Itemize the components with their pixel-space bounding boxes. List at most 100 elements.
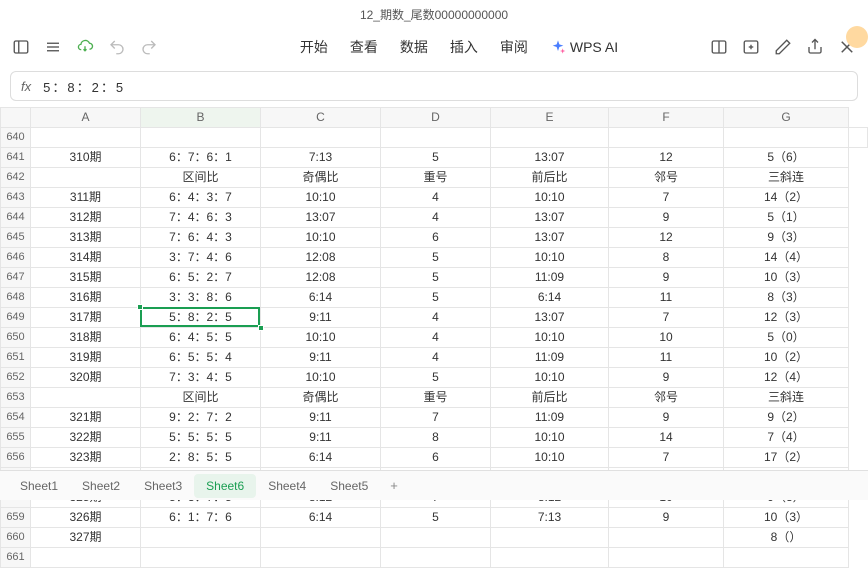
cell[interactable]: 7:13 xyxy=(491,508,609,528)
cell[interactable]: 6:14 xyxy=(491,288,609,308)
cell[interactable] xyxy=(849,128,868,148)
cell[interactable]: 6：5：5：4 xyxy=(141,348,261,368)
formula-value[interactable]: 5：8：2：5 xyxy=(43,77,125,96)
cell[interactable]: 311期 xyxy=(31,188,141,208)
cell[interactable] xyxy=(609,548,724,568)
cell[interactable]: 8 xyxy=(381,428,491,448)
column-header-A[interactable]: A xyxy=(31,108,141,128)
row-header[interactable]: 649 xyxy=(1,308,31,328)
cell[interactable]: 8（） xyxy=(724,528,849,548)
cell[interactable]: 12（4） xyxy=(724,368,849,388)
cell[interactable] xyxy=(141,128,261,148)
cell[interactable]: 6:14 xyxy=(261,288,381,308)
cell[interactable]: 9（3） xyxy=(724,228,849,248)
cell[interactable]: 9 xyxy=(609,268,724,288)
row-header[interactable]: 644 xyxy=(1,208,31,228)
cell[interactable]: 13:07 xyxy=(261,208,381,228)
cell[interactable]: 7：4：6：3 xyxy=(141,208,261,228)
row-header[interactable]: 642 xyxy=(1,168,31,188)
cell[interactable]: 12:08 xyxy=(261,268,381,288)
cell[interactable]: 10（3） xyxy=(724,268,849,288)
row-header[interactable]: 659 xyxy=(1,508,31,528)
menu-start[interactable]: 开始 xyxy=(300,37,328,57)
cell[interactable]: 9 xyxy=(609,408,724,428)
cell[interactable] xyxy=(609,128,724,148)
cell[interactable]: 12 xyxy=(609,228,724,248)
cell[interactable]: 10:10 xyxy=(491,328,609,348)
menu-insert[interactable]: 插入 xyxy=(450,37,478,57)
cell[interactable]: 5（1） xyxy=(724,208,849,228)
row-header[interactable]: 640 xyxy=(1,128,31,148)
cell[interactable] xyxy=(491,128,609,148)
cell[interactable]: 14 xyxy=(609,428,724,448)
cell[interactable]: 7 xyxy=(609,448,724,468)
cell[interactable]: 310期 xyxy=(31,148,141,168)
cell[interactable]: 10:10 xyxy=(261,188,381,208)
column-header-G[interactable]: G xyxy=(724,108,849,128)
cell[interactable]: 316期 xyxy=(31,288,141,308)
cell[interactable] xyxy=(31,168,141,188)
row-header[interactable]: 646 xyxy=(1,248,31,268)
cell[interactable]: 9 xyxy=(609,368,724,388)
cell[interactable]: 5（0） xyxy=(724,328,849,348)
cell[interactable]: 12 xyxy=(609,148,724,168)
cell[interactable]: 8 xyxy=(609,248,724,268)
cell[interactable]: 314期 xyxy=(31,248,141,268)
formula-bar[interactable]: fx 5：8：2：5 xyxy=(10,71,858,101)
cell[interactable] xyxy=(261,528,381,548)
row-header[interactable]: 655 xyxy=(1,428,31,448)
cell[interactable] xyxy=(609,528,724,548)
cell[interactable]: 三斜连 xyxy=(724,388,849,408)
cell[interactable] xyxy=(724,548,849,568)
split-view-icon[interactable] xyxy=(710,38,728,56)
cell[interactable]: 11:09 xyxy=(491,408,609,428)
cell[interactable]: 6:14 xyxy=(261,448,381,468)
cell[interactable]: 邻号 xyxy=(609,168,724,188)
cell[interactable]: 317期 xyxy=(31,308,141,328)
cell[interactable]: 315期 xyxy=(31,268,141,288)
cell[interactable]: 14（2） xyxy=(724,188,849,208)
cell[interactable] xyxy=(381,128,491,148)
row-header[interactable]: 654 xyxy=(1,408,31,428)
redo-icon[interactable] xyxy=(140,38,158,56)
cell[interactable]: 10:10 xyxy=(491,188,609,208)
cell[interactable]: 321期 xyxy=(31,408,141,428)
cell[interactable]: 10:10 xyxy=(261,328,381,348)
cell[interactable]: 9:11 xyxy=(261,428,381,448)
cell[interactable]: 区间比 xyxy=(141,388,261,408)
cell[interactable]: 10:10 xyxy=(491,448,609,468)
row-header[interactable]: 660 xyxy=(1,528,31,548)
row-header[interactable]: 648 xyxy=(1,288,31,308)
cell[interactable]: 7 xyxy=(609,308,724,328)
cell[interactable]: 5（6） xyxy=(724,148,849,168)
cell[interactable]: 9:11 xyxy=(261,348,381,368)
cell[interactable]: 5 xyxy=(381,248,491,268)
cell[interactable]: 8（3） xyxy=(724,288,849,308)
cell[interactable]: 10:10 xyxy=(491,248,609,268)
row-header[interactable]: 653 xyxy=(1,388,31,408)
column-header-E[interactable]: E xyxy=(491,108,609,128)
cell[interactable]: 前后比 xyxy=(491,168,609,188)
cell[interactable]: 邻号 xyxy=(609,388,724,408)
cell[interactable]: 重号 xyxy=(381,168,491,188)
sheet-tab-sheet2[interactable]: Sheet2 xyxy=(70,474,132,498)
cell[interactable]: 前后比 xyxy=(491,388,609,408)
cell[interactable]: 重号 xyxy=(381,388,491,408)
cell[interactable]: 12（3） xyxy=(724,308,849,328)
cell[interactable] xyxy=(261,128,381,148)
cell[interactable]: 4 xyxy=(381,328,491,348)
user-avatar[interactable] xyxy=(846,26,868,48)
cell[interactable]: 2：8：5：5 xyxy=(141,448,261,468)
new-window-icon[interactable] xyxy=(742,38,760,56)
cell[interactable]: 9 xyxy=(609,208,724,228)
menu-view[interactable]: 查看 xyxy=(350,37,378,57)
cell[interactable]: 7 xyxy=(609,188,724,208)
cell[interactable]: 5：8：2：5 xyxy=(141,308,261,328)
cell[interactable]: 10 xyxy=(609,328,724,348)
undo-icon[interactable] xyxy=(108,38,126,56)
cell[interactable] xyxy=(31,128,141,148)
cell[interactable]: 11 xyxy=(609,348,724,368)
cell[interactable]: 9 xyxy=(609,508,724,528)
cell[interactable]: 13:07 xyxy=(491,208,609,228)
sheet-tab-sheet6[interactable]: Sheet6 xyxy=(194,474,256,498)
